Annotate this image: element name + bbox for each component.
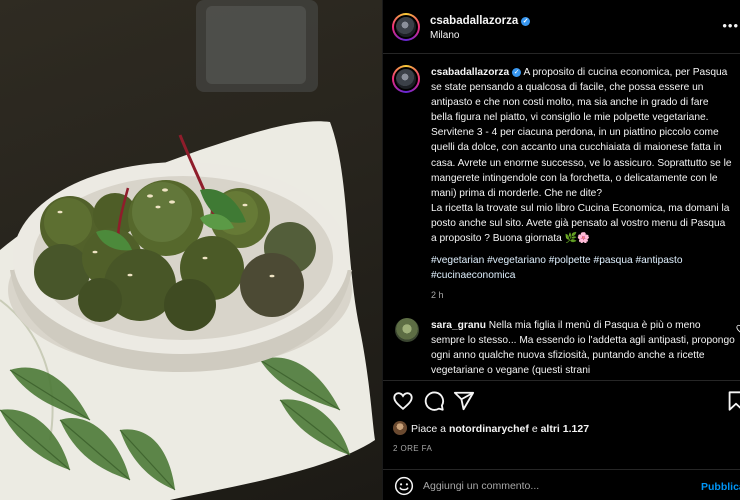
bookmark-icon[interactable] xyxy=(725,390,740,412)
caption-avatar[interactable] xyxy=(392,65,420,93)
post-photo[interactable] xyxy=(0,0,382,500)
heart-icon[interactable] xyxy=(392,390,414,412)
liked-by-user[interactable]: notordinarychef xyxy=(449,423,529,435)
caption-text: A proposito di cucina economica, per Pas… xyxy=(431,67,732,199)
post-location[interactable]: Milano xyxy=(430,30,459,41)
food-photo xyxy=(0,0,375,500)
add-comment-bar: Pubblica xyxy=(383,469,740,500)
emoji-icon[interactable] xyxy=(394,476,414,496)
caption-hashtags[interactable]: #vegetarian #vegetariano #polpette #pasq… xyxy=(431,253,732,283)
likes-summary[interactable]: Piace a notordinarychef e altri 1.127 xyxy=(393,421,589,435)
comment-input[interactable] xyxy=(423,476,683,496)
verified-icon: ✓ xyxy=(512,68,522,77)
post-caption: csabadallazorza ✓ A proposito di cucina e… xyxy=(392,65,732,300)
comments-section[interactable]: csabadallazorza ✓ A proposito di cucina e… xyxy=(383,54,740,379)
post-header: csabadallazorza ✓ Milano ••• xyxy=(383,0,740,54)
comment-item: sara_granu Nella mia figlia il menù di P… xyxy=(392,318,740,378)
commenter-avatar[interactable] xyxy=(395,318,419,342)
liker-avatar xyxy=(393,421,407,435)
comment-body: sara_granu Nella mia figlia il menù di P… xyxy=(431,318,736,378)
comment-icon[interactable] xyxy=(423,390,445,412)
comment-like-icon[interactable] xyxy=(736,324,740,334)
caption-time: 2 h xyxy=(431,290,444,301)
caption-text-2: La ricetta la trovate sul mio libro Cuci… xyxy=(431,202,730,245)
share-icon[interactable] xyxy=(453,390,475,412)
liked-by-suffix: e xyxy=(531,423,538,435)
post-actions: Piace a notordinarychef e altri 1.127 2 … xyxy=(383,380,740,500)
author-username[interactable]: csabadallazorza xyxy=(430,15,518,27)
more-icon[interactable]: ••• xyxy=(722,18,739,33)
post-side-panel: csabadallazorza ✓ Milano ••• csabadallazo… xyxy=(382,0,740,500)
liked-by-prefix: Piace a xyxy=(411,423,447,435)
author-avatar[interactable] xyxy=(392,13,420,41)
post-time[interactable]: 2 ORE FA xyxy=(393,444,432,453)
likes-count[interactable]: altri 1.127 xyxy=(541,423,589,435)
caption-username[interactable]: csabadallazorza xyxy=(431,67,509,78)
author-username-row[interactable]: csabadallazorza ✓ xyxy=(430,15,531,27)
comment-username[interactable]: sara_granu xyxy=(431,320,486,331)
caption-body: csabadallazorza ✓ A proposito di cucina e… xyxy=(431,65,732,246)
verified-icon: ✓ xyxy=(521,17,531,26)
publish-button[interactable]: Pubblica xyxy=(701,481,740,493)
